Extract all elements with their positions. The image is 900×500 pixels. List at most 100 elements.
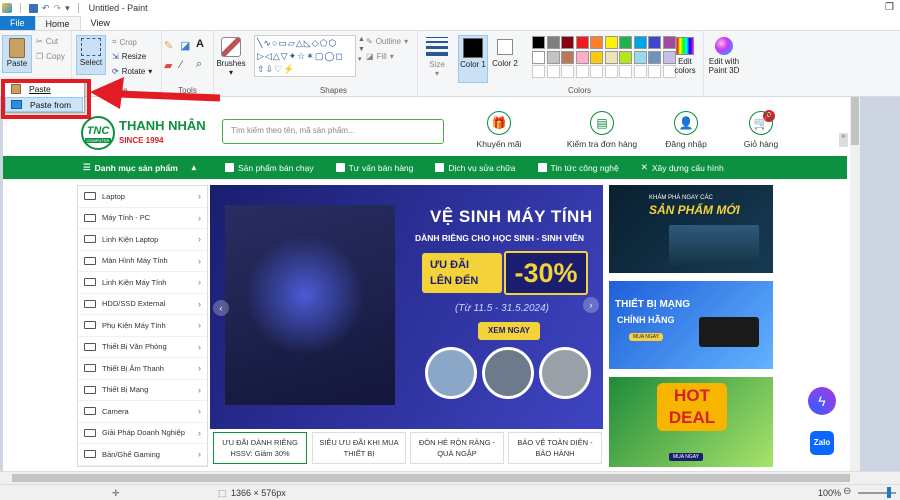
nav-pc-builder[interactable]: ✕ Xây dựng cấu hình <box>641 162 724 173</box>
copy-button[interactable]: ❐ Copy <box>36 52 65 61</box>
color-swatch[interactable] <box>532 50 545 64</box>
color-swatch[interactable] <box>648 36 661 49</box>
select-button[interactable]: Select <box>76 35 106 75</box>
category-item[interactable]: Giải Pháp Doanh Nghiệp › <box>78 423 207 444</box>
color-swatch[interactable] <box>604 36 618 49</box>
color-swatch[interactable] <box>546 36 560 49</box>
category-item[interactable]: HDD/SSD External › <box>78 294 207 315</box>
color2-button[interactable]: Color 2 <box>490 35 520 68</box>
color-swatch[interactable] <box>619 50 632 64</box>
category-item[interactable]: Linh Kiện Laptop › <box>78 229 207 251</box>
category-item[interactable]: Thiết Bị Mạng › <box>78 380 207 401</box>
size-button[interactable]: Size ▾ <box>422 35 452 78</box>
header-link-user[interactable]: 👤 Đăng nhập <box>658 111 714 149</box>
color-swatch[interactable] <box>604 50 618 64</box>
paste-button[interactable]: Paste <box>2 35 32 73</box>
category-item[interactable]: Màn Hình Máy Tính › <box>78 251 207 272</box>
search-input[interactable]: Tìm kiếm theo tên, mã sản phẩm... <box>222 119 444 144</box>
eraser-icon[interactable]: ▰ <box>164 59 172 72</box>
color-swatch[interactable] <box>648 50 661 64</box>
color-swatch[interactable] <box>633 36 647 49</box>
category-item[interactable]: Thiết Bị Văn Phòng › <box>78 337 207 358</box>
redo-icon[interactable]: ↷ <box>54 3 62 14</box>
color-swatch[interactable] <box>575 65 589 78</box>
color-swatch[interactable] <box>604 65 618 78</box>
side-banner-new-products[interactable]: KHÁM PHÁ NGAY CÁC SẢN PHẨM MỚI <box>609 185 773 273</box>
color-swatch[interactable] <box>546 50 560 64</box>
banner-prev-arrow-icon[interactable]: ‹ <box>213 300 229 316</box>
nav-sales-advice[interactable]: Tư vấn bán hàng <box>335 163 413 173</box>
promo-tab[interactable]: ƯU ĐÃI DÀNH RIÊNG HSSV: Giảm 30% <box>213 432 307 464</box>
horizontal-scroll-thumb[interactable] <box>12 474 850 482</box>
banner-cta-button[interactable]: XEM NGAY <box>478 322 540 340</box>
color-swatch[interactable] <box>546 65 560 78</box>
category-item[interactable]: Máy Tính - PC › <box>78 208 207 229</box>
tab-home[interactable]: Home <box>34 16 81 30</box>
magnifier-icon[interactable]: ⌕ <box>196 58 202 71</box>
color-swatch[interactable] <box>575 36 589 49</box>
category-menu-toggle[interactable]: ☰ Danh mục sản phẩm ▴ <box>3 162 211 173</box>
shapes-gallery-scroll[interactable]: ▲ ▼ ▾ <box>358 35 365 65</box>
color-swatch[interactable] <box>590 65 603 78</box>
customize-quick-access-icon[interactable]: ▾ <box>65 3 70 14</box>
cut-button[interactable]: ✂ Cut <box>36 37 58 46</box>
undo-icon[interactable]: ↶ <box>42 3 50 14</box>
messenger-icon[interactable]: ϟ <box>808 387 836 415</box>
promo-tab[interactable]: ĐÓN HÈ RỘN RÀNG - QUÀ NGẬP <box>410 432 504 464</box>
color-swatch[interactable] <box>590 50 603 64</box>
side-banner-hot-deal[interactable]: HOT DEAL MUA NGAY <box>609 377 773 467</box>
category-item[interactable]: Phụ Kiện Máy Tính › <box>78 315 207 337</box>
nav-tech-news[interactable]: Tin tức công nghệ <box>537 163 619 173</box>
side-banner-2-button[interactable]: MUA NGAY <box>629 333 664 341</box>
color-swatch[interactable] <box>532 65 545 78</box>
resize-button[interactable]: ⇲ Resize <box>112 52 146 61</box>
pencil-icon[interactable]: ✎ <box>164 39 173 52</box>
vertical-scrollbar[interactable] <box>850 97 860 471</box>
zalo-icon[interactable]: Zalo <box>810 431 834 455</box>
color-swatch[interactable] <box>561 50 574 64</box>
color-swatch[interactable] <box>561 65 574 78</box>
color-swatch[interactable] <box>633 65 647 78</box>
category-item[interactable]: Laptop › <box>78 186 207 208</box>
site-collapse-icon[interactable]: » <box>839 133 848 147</box>
color-picker-icon[interactable]: ⁄ <box>180 59 182 71</box>
header-link-gift[interactable]: 🎁 Khuyến mãi <box>471 111 527 149</box>
crop-button[interactable]: ⌗ Crop <box>112 37 137 47</box>
hero-banner[interactable]: VỆ SINH MÁY TÍNH DÀNH RIÊNG CHO HỌC SINH… <box>210 185 603 429</box>
restore-window-icon[interactable]: ❐ <box>885 2 894 13</box>
edit-with-paint3d-button[interactable]: Edit with Paint 3D <box>704 35 744 75</box>
header-link-cart[interactable]: 🛒 Giỏ hàng <box>733 111 789 149</box>
side-banner-3-button[interactable]: MUA NGAY <box>669 453 704 461</box>
tab-view[interactable]: View <box>81 16 120 30</box>
zoom-slider-handle[interactable] <box>887 487 891 498</box>
color-swatch[interactable] <box>633 50 647 64</box>
color-swatch[interactable] <box>532 36 545 49</box>
brushes-button[interactable]: Brushes ▾ <box>216 35 246 77</box>
color-swatch[interactable] <box>619 36 632 49</box>
shapes-gallery[interactable]: ╲∿○▭▱△◺◇⬠⬡ ▷◁△▽✦☆✶▢◯◻ ⇧⇩♡⚡ <box>254 35 356 77</box>
banner-next-arrow-icon[interactable]: › <box>583 297 599 313</box>
fill-button[interactable]: ◪ Fill ▾ <box>366 52 394 61</box>
promo-tab[interactable]: BẢO VỆ TOÀN DIỆN - BẢO HÀNH <box>508 432 602 464</box>
horizontal-scrollbar[interactable] <box>0 471 900 484</box>
color-swatch[interactable] <box>561 36 574 49</box>
side-banner-network-devices[interactable]: THIẾT BỊ MẠNG CHÍNH HÃNG MUA NGAY <box>609 281 773 369</box>
color1-button[interactable]: Color 1 <box>458 35 488 83</box>
text-icon[interactable]: A <box>196 38 204 50</box>
category-item[interactable]: Bàn/Ghế Gaming › <box>78 444 207 466</box>
vertical-scroll-thumb[interactable] <box>851 97 859 145</box>
color-swatch[interactable] <box>590 36 603 49</box>
edit-colors-button[interactable]: Edit colors <box>670 35 700 75</box>
category-item[interactable]: Camera › <box>78 401 207 423</box>
color-swatch[interactable] <box>619 65 632 78</box>
nav-repair-service[interactable]: Dịch vụ sửa chữa <box>435 163 516 173</box>
promo-tab[interactable]: SIÊU ƯU ĐÃI KHI MUA THIẾT BỊ <box>312 432 406 464</box>
category-item[interactable]: Linh Kiện Máy Tính › <box>78 272 207 294</box>
category-item[interactable]: Thiết Bị Âm Thanh › <box>78 358 207 380</box>
zoom-out-icon[interactable]: ⊖ <box>843 486 851 497</box>
nav-best-sellers[interactable]: Sản phẩm bán chạy <box>225 163 314 173</box>
header-link-receipt[interactable]: ▤ Kiểm tra đơn hàng <box>557 111 647 149</box>
tab-file[interactable]: File <box>0 16 35 30</box>
outline-button[interactable]: ✎ Outline ▾ <box>366 37 408 46</box>
color-swatch[interactable] <box>575 50 589 64</box>
